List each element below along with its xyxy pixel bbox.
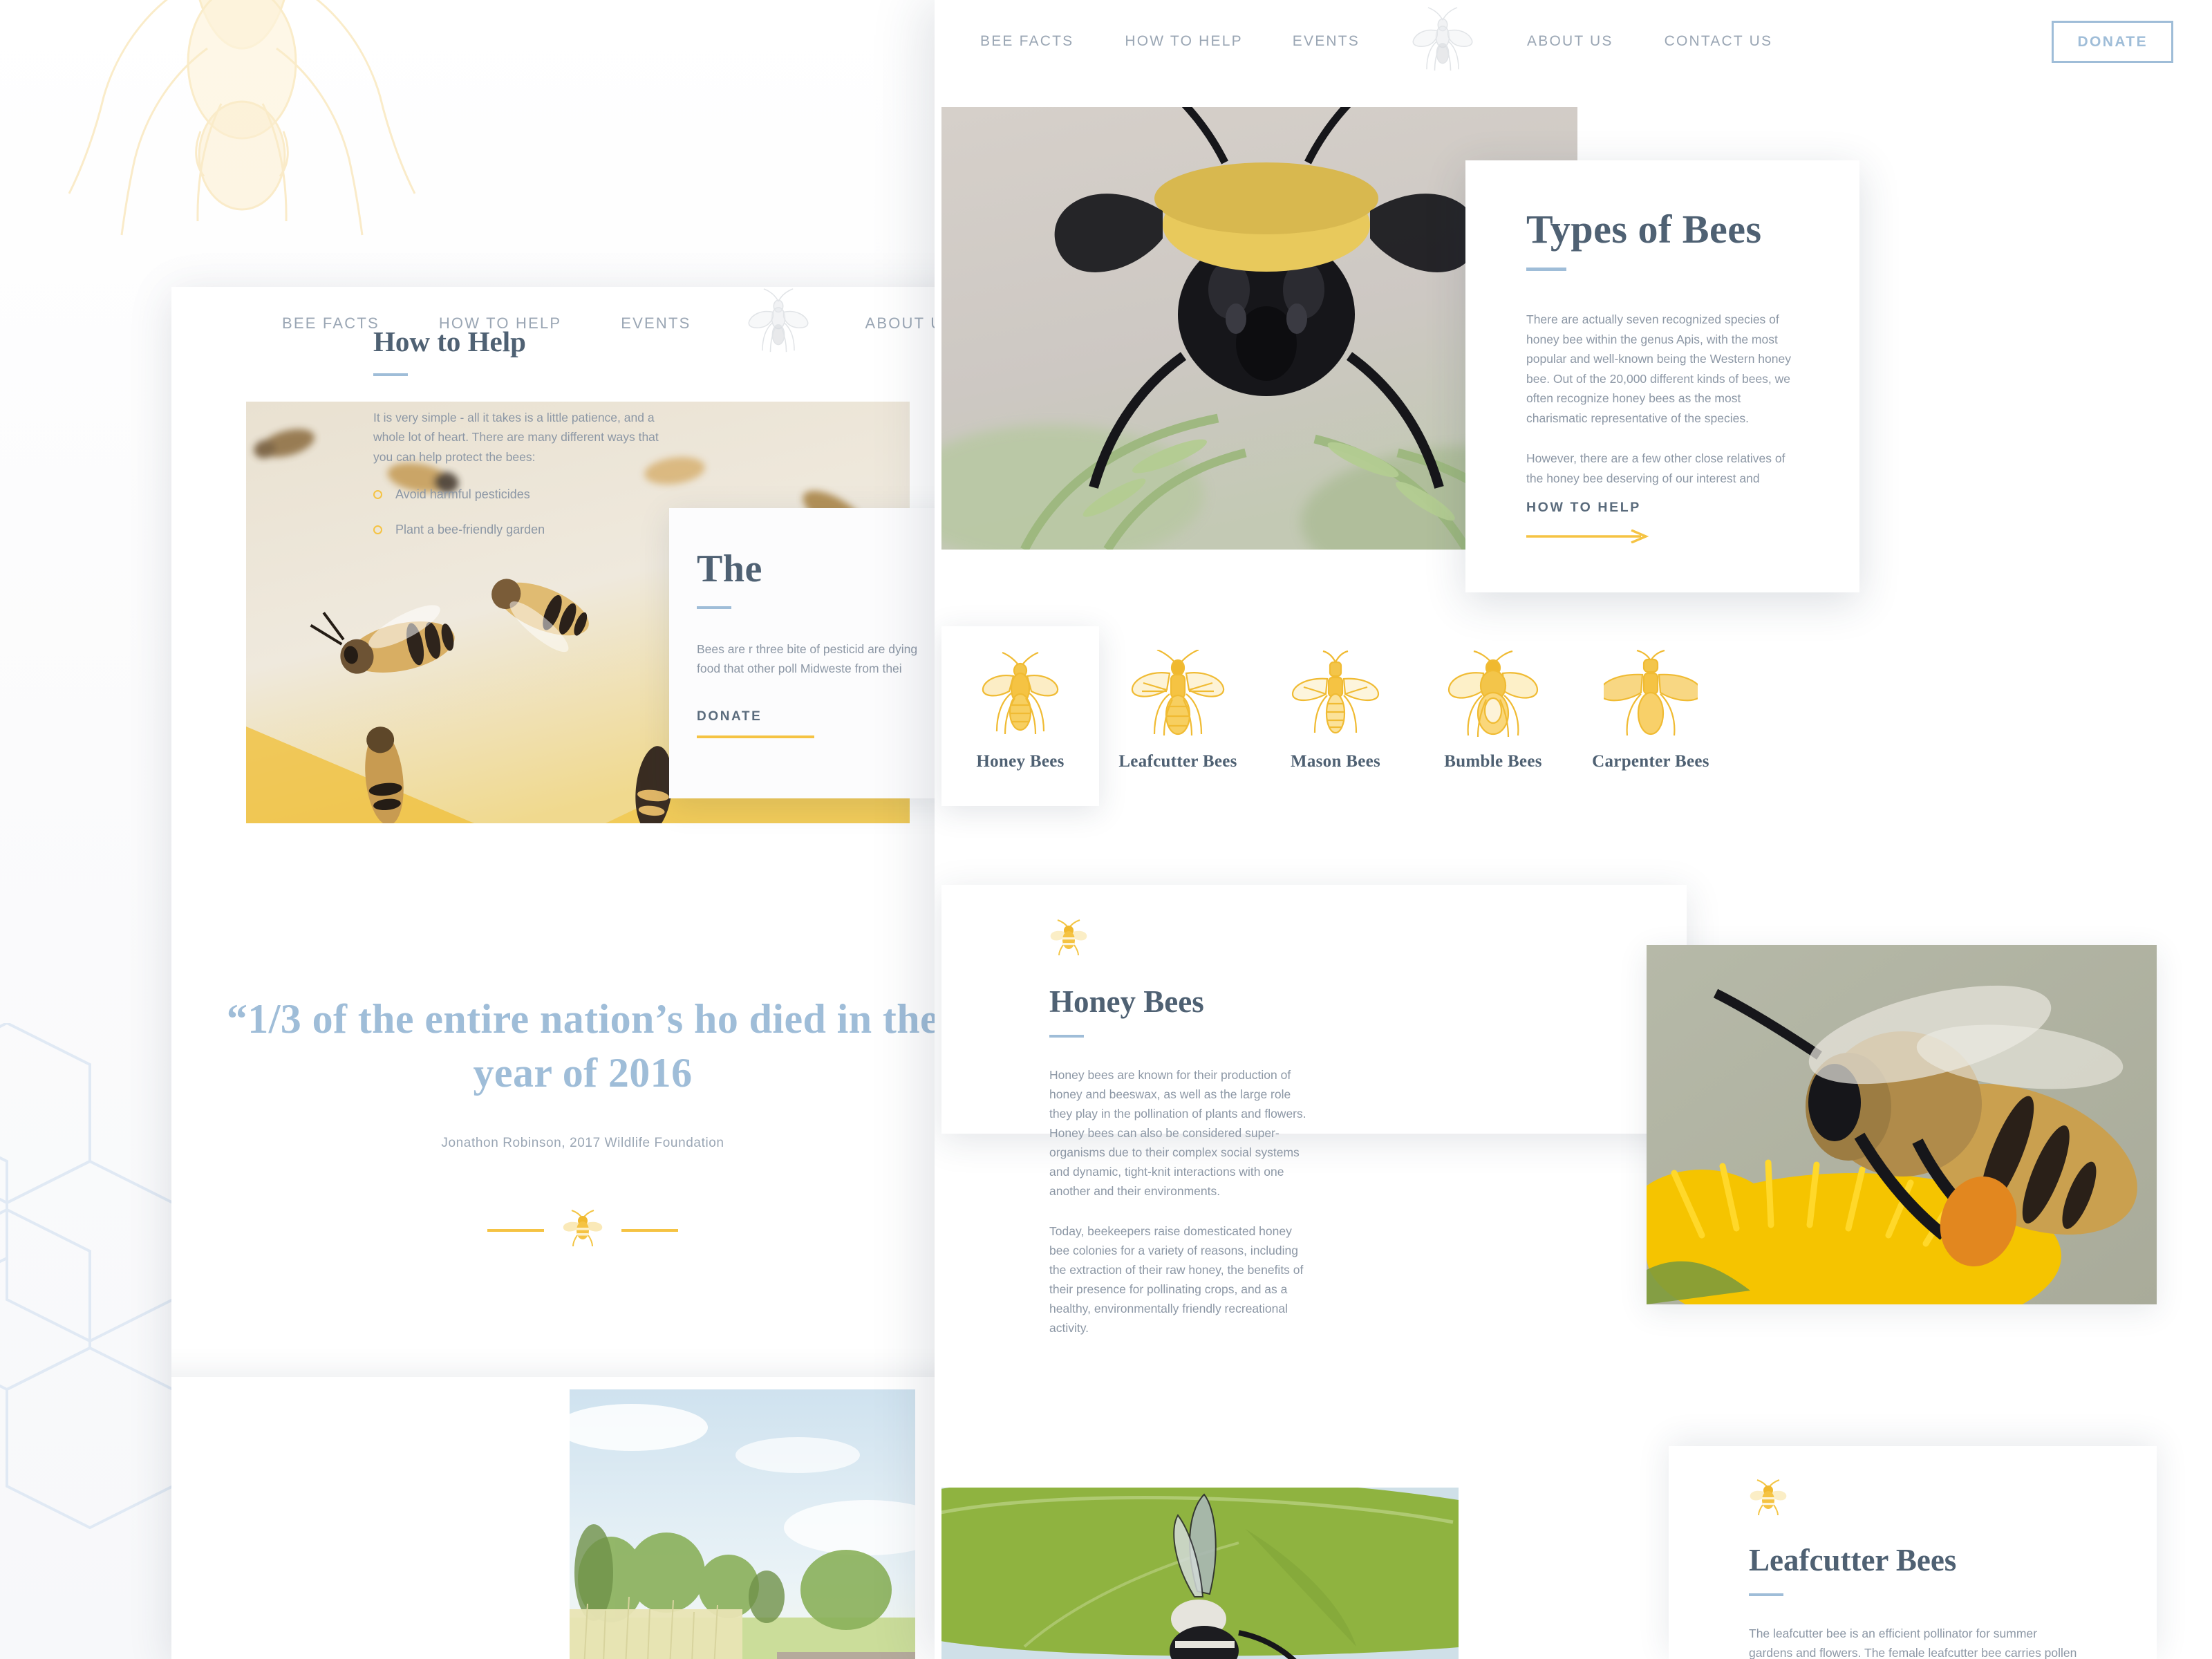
honey-bees-paragraph-2: Today, beekeepers raise domesticated hon… (1049, 1224, 1304, 1335)
nav-link-bee-facts[interactable]: BEE FACTS (980, 33, 1074, 50)
nav-link-about-us[interactable]: ABOUT US (1527, 33, 1613, 50)
left-donate-label: DONATE (697, 709, 762, 724)
honey-bees-title: Honey Bees (1049, 984, 1204, 1019)
types-paragraph-2: However, there are a few other close rel… (1526, 451, 1785, 485)
quote-text: “1/3 of the entire nation’s ho died in t… (226, 996, 939, 1096)
leafcutter-paragraph-1: The leafcutter bee is an efficient polli… (1749, 1627, 2077, 1659)
bee-type-label: Leafcutter Bees (1118, 752, 1237, 771)
types-of-bees-title: Types of Bees (1526, 207, 1762, 252)
honey-bees-paragraph-1: Honey bees are known for their productio… (1049, 1068, 1306, 1198)
arrow-right-icon (1526, 529, 1651, 547)
types-of-bees-card: Types of Bees There are actually seven r… (1465, 160, 1859, 592)
left-info-card: The Bees are r three bite of pesticid ar… (669, 508, 966, 798)
decorative-large-bee-illustration (0, 0, 491, 297)
bee-badge-icon (1050, 919, 1087, 956)
bee-type-label: Honey Bees (976, 752, 1065, 771)
right-page-nav: BEE FACTS HOW TO HELP EVENTS ABOUT US CO… (935, 0, 2212, 83)
left-page-panel: BEE FACTS HOW TO HELP EVENTS ABOUT US Th… (171, 287, 994, 1659)
honey-bees-image (1647, 945, 2157, 1304)
leafcutter-bees-image (941, 1488, 1459, 1659)
types-paragraph-1: There are actually seven recognized spec… (1526, 312, 1791, 425)
leafcutter-bees-section-text: Leafcutter Bees The leafcutter bee is an… (1749, 1479, 2108, 1659)
donate-button[interactable]: DONATE (2052, 20, 2173, 63)
nav-link-bee-facts[interactable]: BEE FACTS (282, 315, 379, 332)
bumble-bee-icon (1447, 650, 1539, 738)
bee-logo-icon[interactable] (1409, 6, 1476, 77)
leafcutter-bees-title: Leafcutter Bees (1749, 1543, 1957, 1577)
honey-bees-section-text: Honey Bees Honey bees are known for thei… (1049, 919, 1326, 1338)
left-donate-link[interactable]: DONATE (697, 709, 966, 738)
how-to-help-body: It is very simple - all it takes is a li… (373, 411, 659, 464)
bullet-dot-icon (373, 525, 382, 535)
bee-type-mason-bees[interactable]: Mason Bees (1257, 626, 1414, 806)
nav-link-contact-us[interactable]: CONTACT US (1665, 33, 1773, 50)
bee-type-carpenter-bees[interactable]: Carpenter Bees (1572, 626, 1730, 806)
bee-type-label: Carpenter Bees (1592, 752, 1709, 771)
mason-bee-icon (1291, 650, 1380, 734)
bee-type-label: Bumble Bees (1444, 752, 1542, 771)
bee-type-label: Mason Bees (1290, 752, 1381, 771)
how-to-help-bullet: Avoid harmful pesticides (373, 487, 733, 502)
how-to-help-cta-label: HOW TO HELP (1526, 500, 1641, 515)
bee-badge-icon (1750, 1479, 1787, 1516)
how-to-help-cta[interactable]: HOW TO HELP (1526, 500, 1651, 547)
how-to-help-bullet: Plant a bee-friendly garden (373, 523, 733, 537)
bee-type-selector: Honey Bees Leafcutter Bees Mason Bees Bu… (941, 626, 1840, 806)
left-info-title: The (697, 547, 762, 590)
bee-type-bumble-bees[interactable]: Bumble Bees (1414, 626, 1572, 806)
bullet-dot-icon (373, 490, 382, 500)
bee-divider-icon (562, 1209, 603, 1251)
how-to-help-image (570, 1389, 915, 1659)
quote-citation: Jonathon Robinson, 2017 Wildlife Foundat… (441, 1136, 724, 1150)
decorative-honeycomb-left (0, 1021, 200, 1548)
nav-link-how-to-help[interactable]: HOW TO HELP (1125, 33, 1242, 50)
how-to-help-title: How to Help (373, 326, 526, 357)
how-to-help-text: How to Help It is very simple - all it t… (373, 325, 733, 537)
divider-line-right (621, 1228, 678, 1232)
bee-logo-icon[interactable] (745, 288, 812, 358)
bee-divider (171, 1209, 994, 1251)
left-info-body: Bees are r three bite of pesticid are dy… (697, 642, 918, 676)
honey-bee-icon (982, 651, 1059, 735)
left-donate-underline (697, 735, 814, 738)
divider-line-left (487, 1228, 544, 1232)
carpenter-bee-icon (1604, 650, 1698, 736)
bee-type-honey-bees[interactable]: Honey Bees (941, 626, 1099, 806)
bee-type-leafcutter-bees[interactable]: Leafcutter Bees (1099, 626, 1257, 806)
nav-link-events[interactable]: EVENTS (1293, 33, 1360, 50)
quote-block: “1/3 of the entire nation’s ho died in t… (171, 992, 994, 1251)
right-page-panel: BEE FACTS HOW TO HELP EVENTS ABOUT US CO… (935, 0, 2212, 1659)
leafcutter-bee-icon (1131, 650, 1225, 736)
